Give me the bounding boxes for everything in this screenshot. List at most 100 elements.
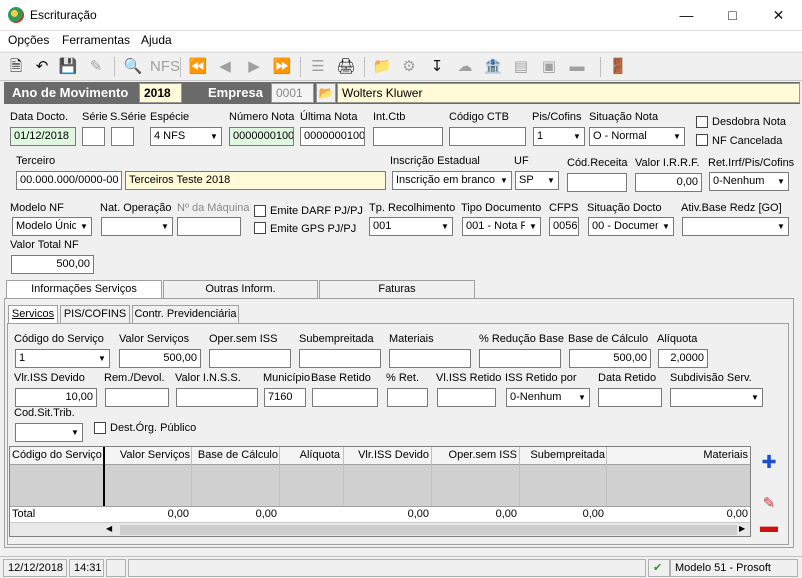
col-materiais[interactable]: Materiais: [608, 449, 748, 461]
nfs-icon[interactable]: NFS: [150, 56, 180, 78]
valor-inss-field[interactable]: [176, 388, 258, 407]
base-retido-field[interactable]: [312, 388, 378, 407]
eraser-icon[interactable]: ✎: [85, 56, 107, 78]
col-vlr-iss[interactable]: Vlr.ISS Devido: [345, 449, 429, 461]
vlr-iss-field[interactable]: 10,00: [15, 388, 97, 407]
col-base-calculo[interactable]: Base de Cálculo: [192, 449, 278, 461]
valor-total-field[interactable]: 500,00: [11, 255, 94, 274]
data-retido-field[interactable]: [598, 388, 662, 407]
tools-icon[interactable]: ⚙: [398, 56, 420, 78]
data-docto-field[interactable]: 01/12/2018: [10, 127, 76, 146]
nat-oper-select[interactable]: ▼: [101, 217, 173, 236]
cfps-field[interactable]: 0056: [549, 217, 579, 236]
serie-field[interactable]: [82, 127, 105, 146]
folder-icon[interactable]: 📁: [371, 56, 393, 78]
subdivisao-select[interactable]: ▼: [670, 388, 763, 407]
grid-horizontal-scrollbar[interactable]: ◀ ▶: [10, 522, 750, 536]
subtab-servicos[interactable]: Servicos: [8, 305, 58, 323]
oper-sem-iss-field[interactable]: [209, 349, 291, 368]
maximize-icon[interactable]: □: [710, 0, 755, 30]
menu-ferramentas[interactable]: Ferramentas: [62, 33, 130, 47]
codigo-ctb-field[interactable]: [449, 127, 526, 146]
cod-receita-field[interactable]: [567, 173, 627, 192]
menu-ajuda[interactable]: Ajuda: [141, 33, 172, 47]
col-valor-servicos[interactable]: Valor Serviços: [106, 449, 190, 461]
tab-faturas[interactable]: Faturas: [319, 280, 475, 298]
cod-sit-trib-select[interactable]: ▼: [15, 423, 83, 442]
calculator-icon[interactable]: 🖨: [335, 56, 357, 78]
undo-icon[interactable]: ↶: [31, 56, 53, 78]
base-calculo-field[interactable]: 500,00: [569, 349, 651, 368]
reducao-field[interactable]: [479, 349, 561, 368]
grid-body[interactable]: [10, 465, 750, 506]
menu-opcoes[interactable]: Opções: [8, 33, 49, 47]
desdobra-nota-checkbox[interactable]: [696, 116, 708, 128]
rem-devol-field[interactable]: [105, 388, 169, 407]
materiais-field[interactable]: [389, 349, 471, 368]
int-ctb-field[interactable]: [373, 127, 443, 146]
pis-cofins-select[interactable]: 1 ▼: [533, 127, 585, 146]
tipo-doc-select[interactable]: 001 - Nota F ▼: [462, 217, 541, 236]
valor-irrf-field[interactable]: 0,00: [635, 173, 702, 192]
sit-docto-select[interactable]: 00 - Documen ▼: [588, 217, 674, 236]
uf-select[interactable]: SP ▼: [515, 171, 559, 190]
subtab-pis-cofins[interactable]: PIS/COFINS: [60, 305, 130, 323]
sserie-field[interactable]: [111, 127, 134, 146]
save-icon[interactable]: 💾: [57, 56, 79, 78]
iss-retido-por-select[interactable]: 0-Nenhum ▼: [506, 388, 590, 407]
col-oper-sem-iss[interactable]: Oper.sem ISS: [433, 449, 517, 461]
previous-record-icon[interactable]: ◀: [214, 56, 236, 78]
tree-icon[interactable]: ☰: [307, 56, 329, 78]
nf-cancelada-checkbox[interactable]: [696, 134, 708, 146]
company-code[interactable]: 0001: [271, 83, 314, 103]
next-record-icon[interactable]: ▶: [243, 56, 265, 78]
numero-nota-field[interactable]: 0000000100: [229, 127, 294, 146]
new-document-icon[interactable]: 🗎: [5, 56, 27, 78]
minus-icon[interactable]: ▬: [566, 56, 588, 78]
edit-row-icon[interactable]: ✎: [758, 493, 780, 515]
print-preview-icon[interactable]: 🔍: [122, 56, 144, 78]
remove-row-icon[interactable]: ▬: [758, 515, 780, 537]
cod-servico-select[interactable]: 1 ▼: [15, 349, 110, 368]
modelo-nf-select[interactable]: Modelo Único ▼: [12, 217, 92, 236]
tp-recolh-select[interactable]: 001 ▼: [369, 217, 453, 236]
ultima-nota-field[interactable]: 0000000100: [300, 127, 365, 146]
municipio-field[interactable]: 7160: [264, 388, 306, 407]
col-aliquota[interactable]: Alíquota: [282, 449, 340, 461]
situacao-nota-select[interactable]: O - Normal ▼: [589, 127, 685, 146]
ret-irrf-select[interactable]: 0-Nenhum ▼: [709, 172, 789, 191]
vl-iss-retido-field[interactable]: [437, 388, 496, 407]
minimize-icon[interactable]: —: [664, 0, 709, 30]
open-folder-icon[interactable]: 📂: [316, 83, 336, 103]
grid-icon[interactable]: ▣: [538, 56, 560, 78]
especie-select[interactable]: 4 NFS ▼: [150, 127, 222, 146]
tab-informacoes-servicos[interactable]: Informações Serviços: [6, 280, 162, 298]
valor-servicos-field[interactable]: 500,00: [119, 349, 201, 368]
close-icon[interactable]: ✕: [756, 0, 801, 30]
pct-ret-field[interactable]: [387, 388, 428, 407]
col-subempreitada[interactable]: Subempreitada: [521, 449, 605, 461]
insc-est-select[interactable]: Inscrição em branco ▼: [392, 171, 512, 190]
last-record-icon[interactable]: ⏩: [271, 56, 293, 78]
first-record-icon[interactable]: ⏪: [187, 56, 209, 78]
subtab-contr-previdenciaria[interactable]: Contr. Previdenciária: [132, 305, 239, 323]
exit-door-icon[interactable]: 🚪: [607, 56, 629, 78]
scroll-right-icon[interactable]: ▶: [739, 524, 745, 533]
dest-org-checkbox[interactable]: [94, 422, 106, 434]
aliquota-field[interactable]: 2,0000: [658, 349, 708, 368]
services-grid[interactable]: Código do Serviço Valor Serviços Base de…: [9, 446, 751, 537]
list-icon[interactable]: ▤: [510, 56, 532, 78]
bank-icon[interactable]: 🏦: [482, 56, 504, 78]
col-codigo-servico[interactable]: Código do Serviço: [12, 449, 102, 461]
cloud-icon[interactable]: ☁: [454, 56, 476, 78]
tab-outras-inform[interactable]: Outras Inform.: [163, 280, 318, 298]
emite-darf-checkbox[interactable]: [254, 205, 266, 217]
terceiro-doc-field[interactable]: 00.000.000/0000-00: [16, 171, 122, 190]
year-value[interactable]: 2018: [139, 83, 182, 103]
emite-gps-checkbox[interactable]: [254, 222, 266, 234]
maquina-field[interactable]: [177, 217, 241, 236]
add-row-icon[interactable]: ✚: [758, 451, 780, 473]
ativ-base-select[interactable]: ▼: [682, 217, 789, 236]
import-icon[interactable]: ↧: [426, 56, 448, 78]
scroll-left-icon[interactable]: ◀: [106, 524, 112, 533]
